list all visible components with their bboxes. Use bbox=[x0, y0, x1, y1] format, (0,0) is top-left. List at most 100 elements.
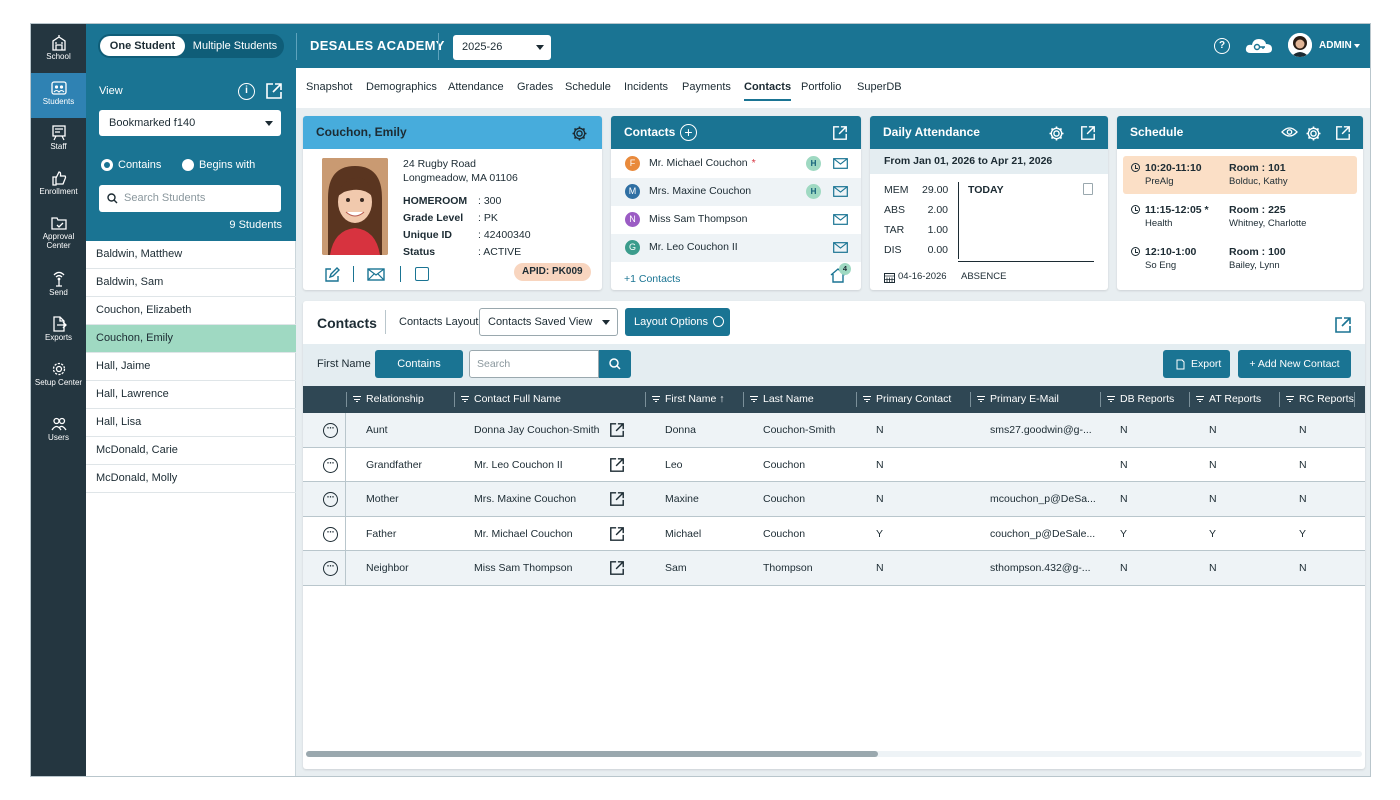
filter-icon[interactable] bbox=[1107, 396, 1115, 402]
filter-icon[interactable] bbox=[977, 396, 985, 402]
column-header[interactable]: First Name ↑ bbox=[652, 386, 725, 413]
column-separator[interactable] bbox=[970, 392, 971, 407]
chevron-down-icon[interactable] bbox=[1354, 44, 1360, 48]
open-contact-icon[interactable] bbox=[609, 560, 625, 579]
table-row[interactable]: ··· Neighbor Miss Sam Thompson Sam Thompson N… bbox=[303, 551, 1365, 586]
student-list-item[interactable]: Couchon, Elizabeth bbox=[86, 297, 296, 325]
table-row[interactable]: ··· Aunt Donna Jay Couchon-Smith Donna Couch… bbox=[303, 413, 1365, 448]
filter-icon[interactable] bbox=[750, 396, 758, 402]
contacts-search-input[interactable]: Search bbox=[469, 350, 599, 378]
column-header[interactable]: Relationship bbox=[353, 386, 424, 413]
contact-item[interactable]: M Mrs. Maxine Couchon H bbox=[611, 178, 861, 206]
add-new-contact-button[interactable]: + Add New Contact bbox=[1238, 350, 1351, 378]
filter-icon[interactable] bbox=[652, 396, 660, 402]
table-row[interactable]: ··· Grandfather Mr. Leo Couchon II Leo Couch… bbox=[303, 447, 1365, 482]
row-menu-icon[interactable]: ··· bbox=[323, 561, 338, 576]
bookmark-select[interactable]: Bookmarked f140 bbox=[99, 110, 281, 136]
multiple-students-option[interactable]: Multiple Students bbox=[188, 36, 282, 56]
gear-icon[interactable] bbox=[1048, 125, 1065, 145]
one-student-option[interactable]: One Student bbox=[100, 36, 185, 56]
mail-icon[interactable] bbox=[367, 268, 385, 284]
schedule-item[interactable]: 11:15-12:05 * Health Room : 225 Whitney, Ch… bbox=[1123, 198, 1357, 236]
column-separator[interactable] bbox=[346, 392, 347, 407]
mail-icon[interactable] bbox=[833, 214, 848, 228]
open-contact-icon[interactable] bbox=[609, 422, 625, 441]
export-button[interactable]: Export bbox=[1163, 350, 1230, 378]
tab-demographics[interactable]: Demographics bbox=[366, 81, 437, 93]
contacts-layout-select[interactable]: Contacts Saved View bbox=[479, 308, 618, 336]
filter-icon[interactable] bbox=[353, 396, 361, 402]
scrollbar-thumb[interactable] bbox=[306, 751, 878, 757]
column-separator[interactable] bbox=[1100, 392, 1101, 407]
column-separator[interactable] bbox=[454, 392, 455, 407]
column-header[interactable]: Contact Full Name bbox=[461, 386, 561, 413]
student-list-item[interactable]: Baldwin, Matthew bbox=[86, 241, 296, 269]
row-menu-icon[interactable]: ··· bbox=[323, 457, 338, 473]
student-list-item[interactable]: Hall, Lawrence bbox=[86, 381, 296, 409]
search-button[interactable] bbox=[599, 350, 631, 378]
contact-item[interactable]: F Mr. Michael Couchon * H bbox=[611, 150, 861, 178]
tab-payments[interactable]: Payments bbox=[682, 81, 731, 93]
user-avatar[interactable] bbox=[1288, 33, 1312, 57]
student-mode-toggle[interactable]: One Student Multiple Students bbox=[98, 34, 284, 58]
column-separator[interactable] bbox=[1279, 392, 1280, 407]
rail-item-approval-center[interactable]: Approval Center bbox=[31, 208, 86, 253]
student-list-item[interactable]: Hall, Lisa bbox=[86, 409, 296, 437]
filter-mode-button[interactable]: Contains bbox=[375, 350, 463, 378]
popout-icon[interactable] bbox=[1080, 125, 1096, 144]
contact-item[interactable]: G Mr. Leo Couchon II bbox=[611, 234, 861, 262]
eye-icon[interactable] bbox=[1281, 126, 1298, 141]
popout-icon[interactable] bbox=[1335, 125, 1351, 144]
tab-contacts[interactable]: Contacts bbox=[744, 81, 792, 101]
column-separator[interactable] bbox=[1189, 392, 1190, 407]
mail-icon[interactable] bbox=[833, 158, 848, 172]
student-list-item[interactable]: Couchon, Emily bbox=[86, 325, 296, 353]
filter-icon[interactable] bbox=[863, 396, 871, 402]
mail-icon[interactable] bbox=[833, 242, 848, 256]
tab-incidents[interactable]: Incidents bbox=[624, 81, 668, 93]
more-contacts-link[interactable]: +1 Contacts bbox=[624, 273, 680, 285]
row-menu-icon[interactable]: ··· bbox=[323, 492, 338, 507]
checkbox[interactable] bbox=[415, 267, 429, 281]
contact-item[interactable]: N Miss Sam Thompson bbox=[611, 206, 861, 234]
column-header[interactable]: Primary E-Mail bbox=[977, 386, 1059, 413]
add-contact-icon[interactable]: + bbox=[680, 124, 697, 141]
edit-icon[interactable] bbox=[325, 267, 340, 285]
tab-portfolio[interactable]: Portfolio bbox=[801, 81, 841, 93]
gear-icon[interactable] bbox=[1305, 125, 1322, 145]
school-year-select[interactable]: 2025-26 bbox=[453, 35, 551, 60]
note-icon[interactable] bbox=[1083, 183, 1093, 195]
popout-icon[interactable] bbox=[265, 82, 283, 103]
filter-icon[interactable] bbox=[1286, 396, 1294, 402]
horizontal-scrollbar[interactable] bbox=[306, 751, 1362, 757]
student-list-item[interactable]: McDonald, Molly bbox=[86, 465, 296, 493]
gear-icon[interactable] bbox=[571, 125, 588, 145]
popout-icon[interactable] bbox=[832, 125, 848, 144]
tab-attendance[interactable]: Attendance bbox=[448, 81, 504, 93]
column-separator[interactable] bbox=[645, 392, 646, 407]
filter-icon[interactable] bbox=[461, 396, 469, 402]
column-header[interactable]: AT Reports bbox=[1196, 386, 1261, 413]
mail-icon[interactable] bbox=[833, 186, 848, 200]
open-contact-icon[interactable] bbox=[609, 526, 625, 545]
tab-superdb[interactable]: SuperDB bbox=[857, 81, 902, 93]
student-search-input[interactable]: Search Students bbox=[99, 185, 281, 212]
table-row[interactable]: ··· Father Mr. Michael Couchon Michael Couch… bbox=[303, 516, 1365, 551]
rail-item-students[interactable]: Students bbox=[31, 73, 86, 118]
row-menu-icon[interactable]: ··· bbox=[323, 423, 338, 438]
row-menu-icon[interactable]: ··· bbox=[323, 526, 338, 542]
column-separator[interactable] bbox=[856, 392, 857, 407]
column-header[interactable]: RC Reports bbox=[1286, 386, 1354, 413]
rail-item-exports[interactable]: Exports bbox=[31, 309, 86, 354]
tab-schedule[interactable]: Schedule bbox=[565, 81, 611, 93]
filter-icon[interactable] bbox=[1196, 396, 1204, 402]
rail-item-enrollment[interactable]: Enrollment bbox=[31, 163, 86, 208]
student-list-item[interactable]: McDonald, Carie bbox=[86, 437, 296, 465]
student-list-item[interactable]: Hall, Jaime bbox=[86, 353, 296, 381]
column-header[interactable]: Primary Contact bbox=[863, 386, 951, 413]
column-header[interactable]: DB Reports bbox=[1107, 386, 1174, 413]
cloud-key-icon[interactable] bbox=[1244, 36, 1274, 59]
layout-options-button[interactable]: Layout Options bbox=[625, 308, 730, 336]
column-separator[interactable] bbox=[743, 392, 744, 407]
tab-grades[interactable]: Grades bbox=[517, 81, 553, 93]
